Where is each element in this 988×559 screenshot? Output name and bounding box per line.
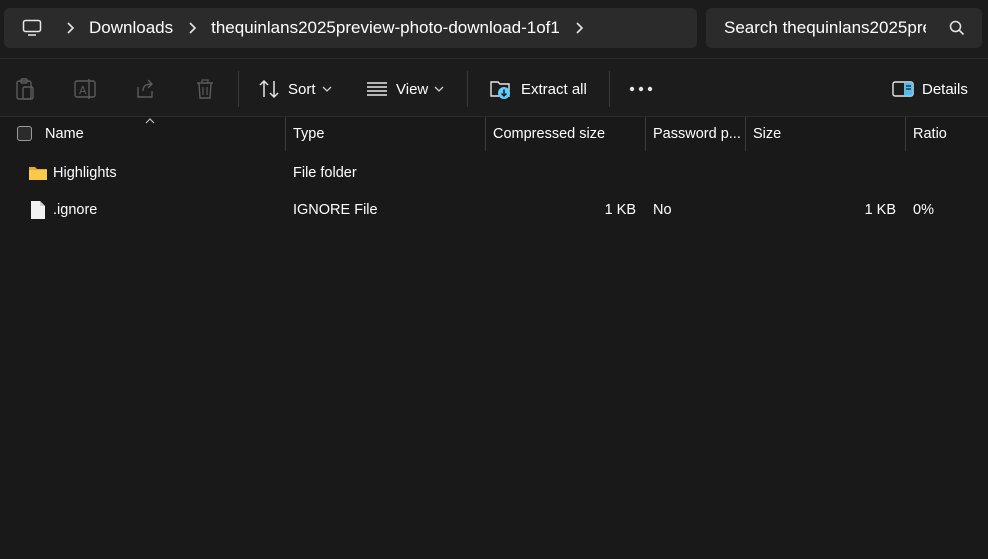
file-type: File folder: [293, 165, 357, 181]
details-button[interactable]: Details: [892, 76, 968, 102]
svg-text:A: A: [79, 84, 87, 97]
file-password: No: [653, 202, 672, 218]
file-compressed-size: [493, 155, 636, 191]
chevron-right-icon[interactable]: [59, 17, 81, 39]
file-name: Highlights: [53, 165, 117, 181]
details-pane-icon: [892, 81, 914, 97]
extract-all-label: Extract all: [521, 80, 587, 98]
column-divider[interactable]: [645, 117, 646, 151]
breadcrumb[interactable]: Downloads thequinlans2025preview-photo-d…: [4, 8, 697, 48]
search-icon[interactable]: [948, 19, 966, 37]
sort-icon: [259, 79, 279, 99]
column-type[interactable]: Type: [293, 117, 478, 151]
more-icon: [629, 86, 653, 92]
paste-button[interactable]: [14, 76, 36, 102]
select-all-checkbox[interactable]: [17, 126, 32, 141]
delete-button[interactable]: [194, 76, 216, 102]
file-explorer-window: Downloads thequinlans2025preview-photo-d…: [0, 0, 988, 559]
file-size: [753, 155, 896, 191]
breadcrumb-item-downloads[interactable]: Downloads: [87, 18, 175, 38]
view-label: View: [396, 80, 429, 98]
details-label: Details: [922, 80, 968, 98]
breadcrumb-item-archive[interactable]: thequinlans2025preview-photo-download-1o…: [209, 18, 562, 38]
chevron-right-icon[interactable]: [181, 17, 203, 39]
column-header: Name Type Compressed size Password p... …: [0, 117, 988, 151]
file-name: .ignore: [53, 202, 98, 218]
computer-icon[interactable]: [21, 17, 43, 39]
toolbar-divider: [609, 71, 610, 107]
chevron-down-icon: [322, 84, 332, 94]
column-divider[interactable]: [905, 117, 906, 151]
rename-button[interactable]: A: [73, 76, 97, 102]
column-divider[interactable]: [485, 117, 486, 151]
clipboard-icon: [16, 78, 34, 100]
file-size: 1 KB: [864, 202, 896, 218]
extract-all-button[interactable]: Extract all: [489, 76, 587, 102]
sort-label: Sort: [288, 80, 316, 98]
file-icon: [31, 201, 45, 219]
search-box[interactable]: Search thequinlans2025preview-photo-down…: [706, 8, 982, 48]
address-row: Downloads thequinlans2025preview-photo-d…: [0, 0, 988, 58]
toolbar-divider: [467, 71, 468, 107]
view-list-icon: [367, 82, 387, 96]
share-icon: [137, 79, 153, 98]
view-button[interactable]: View: [366, 76, 444, 102]
chevron-right-icon[interactable]: [568, 17, 590, 39]
column-name[interactable]: Name: [45, 117, 280, 151]
column-password[interactable]: Password p...: [653, 117, 741, 151]
extract-folder-icon: [490, 81, 510, 99]
list-item[interactable]: Highlights File folder: [0, 155, 988, 191]
column-divider[interactable]: [745, 117, 746, 151]
sort-button[interactable]: Sort: [258, 76, 332, 102]
toolbar-divider: [238, 71, 239, 107]
search-input[interactable]: Search thequinlans2025preview-photo-down…: [706, 18, 926, 38]
folder-icon: [29, 167, 47, 180]
file-type: IGNORE File: [293, 202, 378, 218]
column-divider[interactable]: [285, 117, 286, 151]
file-ratio: 0%: [913, 202, 934, 218]
trash-icon: [197, 79, 213, 99]
rename-icon: A: [74, 79, 96, 99]
list-item[interactable]: .ignore IGNORE File 1 KB No 1 KB 0%: [0, 192, 988, 228]
column-compressed-size[interactable]: Compressed size: [493, 117, 638, 151]
column-size[interactable]: Size: [753, 117, 898, 151]
share-button[interactable]: [134, 76, 156, 102]
more-options-button[interactable]: [629, 76, 653, 102]
chevron-down-icon: [434, 84, 444, 94]
file-compressed-size: 1 KB: [604, 202, 636, 218]
column-ratio[interactable]: Ratio: [913, 117, 983, 151]
command-bar: A Sort View Extract all Details: [0, 58, 988, 117]
